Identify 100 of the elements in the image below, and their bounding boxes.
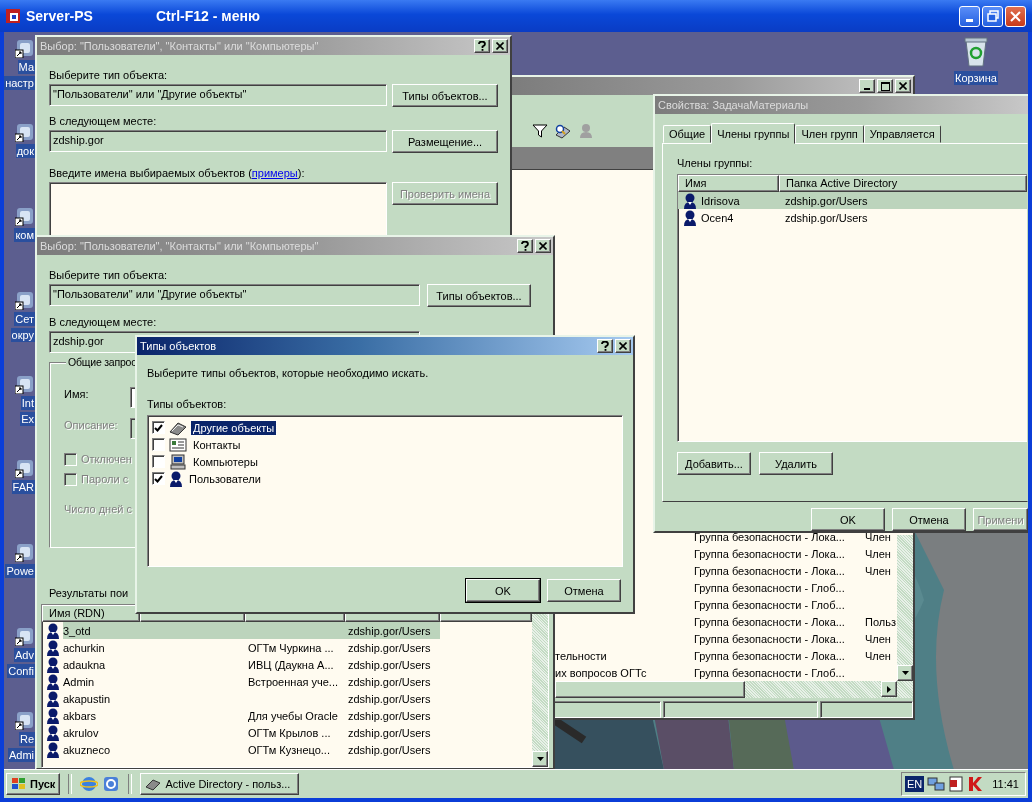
close-button[interactable] [895,79,911,93]
scroll-thumb[interactable] [555,681,745,698]
table-cell: Польз [865,615,896,628]
checkbox[interactable] [152,421,165,434]
result-row[interactable]: akrulov ОГТм Крылов ... zdship.gor/Users [42,724,532,741]
object-type-field[interactable]: "Пользователи" или "Другие объекты" [49,284,420,306]
list-item[interactable]: Пользователи [187,471,263,486]
checkbox[interactable] [152,472,165,485]
scroll-right-button[interactable] [881,681,897,697]
tab[interactable]: Члены группы [711,123,796,144]
table-cell: akbars [63,709,97,722]
table-cell: их вопросов ОГТс [555,666,647,679]
desktop-icon[interactable] [102,775,121,793]
task-button[interactable]: Active Directory - польз... [140,773,300,795]
scroll-down-button[interactable] [897,665,913,681]
browser-icon[interactable] [80,775,99,793]
tab[interactable]: Общие [663,125,712,143]
help-button[interactable] [597,339,613,353]
shortcut-icon [15,710,35,730]
tab[interactable]: Член групп [795,125,864,143]
maximize-button[interactable] [877,79,893,93]
dialog-button[interactable]: OK [811,508,885,531]
language-indicator[interactable]: EN [905,776,925,792]
icon-label[interactable]: Confi [7,664,35,678]
tab[interactable]: Управляется [863,125,941,143]
antivirus-icon[interactable] [967,776,984,792]
icon-label[interactable]: Admi [7,748,35,762]
column-header[interactable]: Имя [678,175,779,192]
list-action-button[interactable]: Добавить... [677,452,751,475]
list-item[interactable]: Компьютеры [191,454,260,469]
icon-label[interactable]: Powe [5,564,35,578]
scroll-down-button[interactable] [532,751,548,767]
table-cell-text: ОГТм Крылов ... [247,726,331,739]
location-button[interactable]: Размещение... [392,130,498,153]
list-row[interactable]: Группа безопасности - Лока... Член [555,630,897,647]
result-row[interactable]: akapustin zdship.gor/Users [42,690,532,707]
close-button[interactable] [492,39,508,53]
checkbox[interactable] [152,455,165,468]
dialog-button[interactable]: Отмена [547,579,621,602]
checkbox[interactable] [152,438,165,451]
icon-label[interactable]: Ма [17,60,35,74]
close-icon [496,42,504,50]
user-icon [46,724,60,741]
icon-label[interactable]: Корзина [954,71,998,85]
table-cell: Группа безопасности - Глоб... [694,598,845,611]
vertical-scrollbar[interactable] [897,535,913,681]
close-button[interactable] [535,239,551,253]
icon-label[interactable]: окру [10,328,35,342]
find-icon[interactable] [554,123,572,139]
list-row[interactable]: тельности Группа безопасности - Лока... Член [555,647,897,664]
icon-label[interactable]: Int [20,396,35,410]
start-button[interactable]: Пуск [6,773,61,795]
table-cell: Член [865,564,891,577]
document-icon[interactable] [948,776,965,792]
member-row[interactable]: Idrisova zdship.gor/Users [678,192,1027,209]
icon-label[interactable]: Adv [14,648,35,662]
icon-label[interactable]: Re [18,732,35,746]
recycle-bin-icon[interactable] [961,35,990,67]
column-header[interactable]: Имя (RDN) [42,605,140,622]
list-row[interactable]: их вопросов ОГТс Группа безопасности - Глоб... [555,664,897,681]
help-button[interactable] [517,239,533,253]
field-label: Имя: [64,387,90,401]
icon-label[interactable]: док [15,144,35,158]
help-icon [601,341,609,351]
close-button[interactable] [615,339,631,353]
table-cell: Член [865,530,891,543]
icon-label[interactable]: Ex [20,412,35,426]
location-field[interactable]: zdship.gor [49,130,387,152]
table-cell-text: zdship.gor/Users [347,709,431,722]
icon-label[interactable]: настр [4,76,35,90]
list-action-button[interactable]: Удалить [759,452,833,475]
icon-label[interactable]: FAR [11,480,35,494]
user-icon [683,192,697,209]
list-item[interactable]: Другие объекты [191,420,277,435]
result-row[interactable]: achurkin ОГТм Чуркина ... zdship.gor/Users [42,639,532,656]
result-row[interactable]: adaukna ИВЦ (Даукна А... zdship.gor/Users [42,656,532,673]
result-row[interactable]: akuzneco ОГТм Кузнецо... zdship.gor/Users [42,741,532,758]
list-row[interactable]: Группа безопасности - Лока... Польз [555,613,897,630]
icon-label[interactable]: Сет [14,312,35,326]
help-icon [478,41,486,51]
list-item[interactable]: Контакты [191,437,243,452]
help-button[interactable] [474,39,490,53]
result-row[interactable]: 3_otd zdship.gor/Users [42,622,532,639]
icon-label[interactable]: ком [14,228,35,242]
member-row[interactable]: Ocen4 zdship.gor/Users [678,209,1027,226]
table-cell: akapustin [63,692,111,705]
result-row[interactable]: Admin Встроенная уче... zdship.gor/Users [42,673,532,690]
result-row[interactable]: akbars Для учебы Oracle zdship.gor/Users [42,707,532,724]
restore-icon [986,10,999,22]
computer-icon [169,453,187,470]
column-header[interactable]: Папка Active Directory [779,175,1027,192]
dialog-button[interactable]: OK [466,579,540,602]
object-type-field[interactable]: "Пользователи" или "Другие объекты" [49,84,387,106]
object-types-button[interactable]: Типы объектов... [427,284,531,307]
contact-card-icon [169,436,187,453]
filter-icon[interactable] [532,123,548,139]
network-icon[interactable] [927,776,946,792]
minimize-button[interactable] [859,79,875,93]
object-types-button[interactable]: Типы объектов... [392,84,498,107]
dialog-button[interactable]: Отмена [892,508,966,531]
